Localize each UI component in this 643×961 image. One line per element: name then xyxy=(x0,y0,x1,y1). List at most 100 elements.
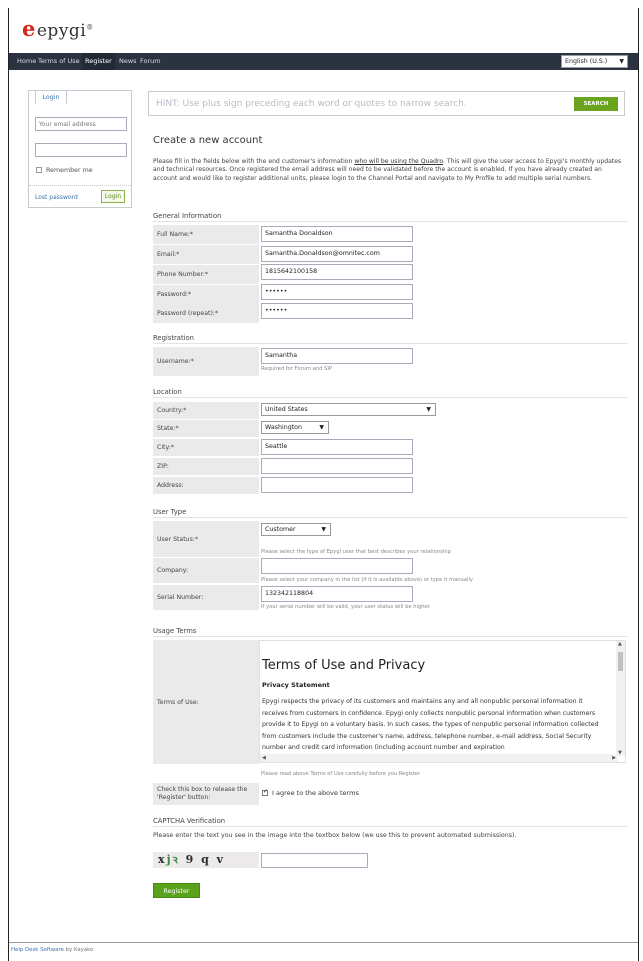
register-button[interactable]: Register xyxy=(153,883,200,898)
chevron-down-icon: ▼ xyxy=(319,424,324,431)
scroll-up-icon[interactable]: ▲ xyxy=(618,641,622,647)
email-field[interactable]: Samantha.Donaldson@omnitec.com xyxy=(261,246,413,262)
serial-number-label: Serial Number: xyxy=(153,585,259,610)
registered-icon: ® xyxy=(86,23,94,32)
logo-text: epygi xyxy=(36,21,87,41)
captcha-image: xjꝛ 9 q v xyxy=(153,852,259,868)
username-field[interactable]: Samantha xyxy=(261,348,413,364)
password-field[interactable]: •••••• xyxy=(261,284,413,300)
footer: Help Desk Software by Kayako xyxy=(11,947,93,953)
phone-label: Phone Number:* xyxy=(153,265,259,284)
agree-label: I agree to the above terms xyxy=(272,789,359,797)
address-field[interactable] xyxy=(261,477,413,493)
full-name-label: Full Name:* xyxy=(153,225,259,244)
password-repeat-label: Password (repeat):* xyxy=(153,304,259,323)
nav-forum[interactable]: Forum xyxy=(137,53,164,70)
epygi-logo[interactable]: eepygi® xyxy=(22,16,94,41)
section-user-type: User Type xyxy=(153,508,187,516)
login-button[interactable]: Login xyxy=(101,190,125,203)
captcha-instructions: Please enter the text you see in the ima… xyxy=(153,832,517,839)
state-value: Washington xyxy=(265,424,303,431)
horizontal-scrollbar[interactable]: ◀ ▶ xyxy=(260,754,618,762)
serial-number-help: If your serial number will be valid, you… xyxy=(261,604,430,610)
nav-terms-of-use[interactable]: Terms of Use xyxy=(35,53,83,70)
vertical-scrollbar[interactable]: ▲ ▼ xyxy=(616,641,625,756)
terms-body: Epygi respects the privacy of its custom… xyxy=(262,698,599,751)
logo-mark-icon: e xyxy=(22,16,36,41)
captcha-char: x xyxy=(158,853,167,866)
page-title: Create a new account xyxy=(153,135,263,146)
header: eepygi® xyxy=(9,10,638,42)
user-status-help: Please select the type of Epygi user tha… xyxy=(261,549,451,555)
language-value: English (U.S.) xyxy=(565,58,608,65)
section-registration: Registration xyxy=(153,334,194,342)
footer-divider xyxy=(9,942,638,943)
company-field[interactable] xyxy=(261,558,413,574)
remember-checkbox[interactable] xyxy=(36,167,42,173)
intro-text: Please fill in the fields below with the… xyxy=(153,158,628,183)
city-label: City:* xyxy=(153,439,259,456)
zip-field[interactable] xyxy=(261,458,413,474)
country-value: United States xyxy=(265,406,308,413)
nav-register[interactable]: Register xyxy=(82,53,115,70)
intro-part-1: Please fill in the fields below with the… xyxy=(153,158,355,165)
help-desk-link[interactable]: Help Desk Software xyxy=(11,947,64,953)
login-panel: Login Remember me Lost password Login xyxy=(28,90,132,208)
country-select[interactable]: United States ▼ xyxy=(261,403,436,416)
state-select[interactable]: Washington ▼ xyxy=(261,421,329,434)
terms-of-use-label: Terms of Use: xyxy=(153,640,259,764)
search-bar: HINT: Use plus sign preceding each word … xyxy=(148,91,625,116)
terms-help: Please read above Terms of Use carefully… xyxy=(261,771,421,777)
section-captcha: CAPTCHA Verification xyxy=(153,817,226,825)
section-usage-terms: Usage Terms xyxy=(153,627,197,635)
agree-terms[interactable]: I agree to the above terms xyxy=(262,788,359,797)
user-status-label: User Status:* xyxy=(153,521,259,557)
scroll-down-icon[interactable]: ▼ xyxy=(618,750,622,756)
scroll-right-icon[interactable]: ▶ xyxy=(612,755,616,761)
password-repeat-field[interactable]: •••••• xyxy=(261,303,413,319)
scroll-thumb[interactable] xyxy=(618,652,623,671)
section-location: Location xyxy=(153,388,182,396)
password-label: Password:* xyxy=(153,285,259,304)
section-divider xyxy=(153,826,628,827)
username-label: Username:* xyxy=(153,347,259,376)
captcha-input[interactable] xyxy=(261,853,368,868)
user-status-value: Customer xyxy=(265,526,296,533)
login-tab[interactable]: Login xyxy=(35,90,67,104)
section-divider xyxy=(153,517,628,518)
agree-checkbox[interactable] xyxy=(262,788,268,796)
chevron-down-icon: ▼ xyxy=(426,406,431,413)
login-password-input[interactable] xyxy=(35,143,127,157)
user-status-select[interactable]: Customer ▼ xyxy=(261,523,331,536)
intro-emphasis: who will be using the Quadro xyxy=(354,158,443,165)
terms-textbox[interactable]: Terms of Use and Privacy Privacy Stateme… xyxy=(259,640,626,763)
search-button[interactable]: SEARCH xyxy=(574,97,618,111)
section-divider xyxy=(153,343,628,344)
captcha-char: jꝛ xyxy=(166,853,180,866)
release-check-label: Check this box to release the 'Register'… xyxy=(153,783,259,805)
company-help: Please select your company in the list (… xyxy=(261,577,473,583)
address-label: Address: xyxy=(153,477,259,494)
terms-heading: Terms of Use and Privacy xyxy=(262,658,426,673)
city-field[interactable]: Seattle xyxy=(261,439,413,455)
login-email-input[interactable] xyxy=(35,117,127,131)
top-nav: Home Terms of Use Register News Forum En… xyxy=(9,53,638,70)
lost-password-link[interactable]: Lost password xyxy=(35,194,78,201)
scroll-left-icon[interactable]: ◀ xyxy=(262,755,266,761)
language-select[interactable]: English (U.S.) ▼ xyxy=(561,55,628,68)
chevron-down-icon: ▼ xyxy=(619,58,624,65)
remember-me[interactable]: Remember me xyxy=(36,167,93,174)
divider xyxy=(29,185,131,186)
captcha-char: 9 q v xyxy=(179,853,225,866)
section-divider xyxy=(153,397,628,398)
full-name-field[interactable]: Samantha Donaldson xyxy=(261,226,413,242)
privacy-statement-heading: Privacy Statement xyxy=(262,681,330,689)
username-help: Required for Forum and SIP xyxy=(261,366,332,372)
search-input[interactable]: HINT: Use plus sign preceding each word … xyxy=(156,99,467,109)
footer-by: by Kayako xyxy=(65,947,94,953)
serial-number-field[interactable]: 132342118804 xyxy=(261,586,413,602)
country-label: Country:* xyxy=(153,402,259,419)
section-divider xyxy=(153,221,628,222)
remember-label: Remember me xyxy=(46,167,93,174)
phone-field[interactable]: 1815642100158 xyxy=(261,264,413,280)
